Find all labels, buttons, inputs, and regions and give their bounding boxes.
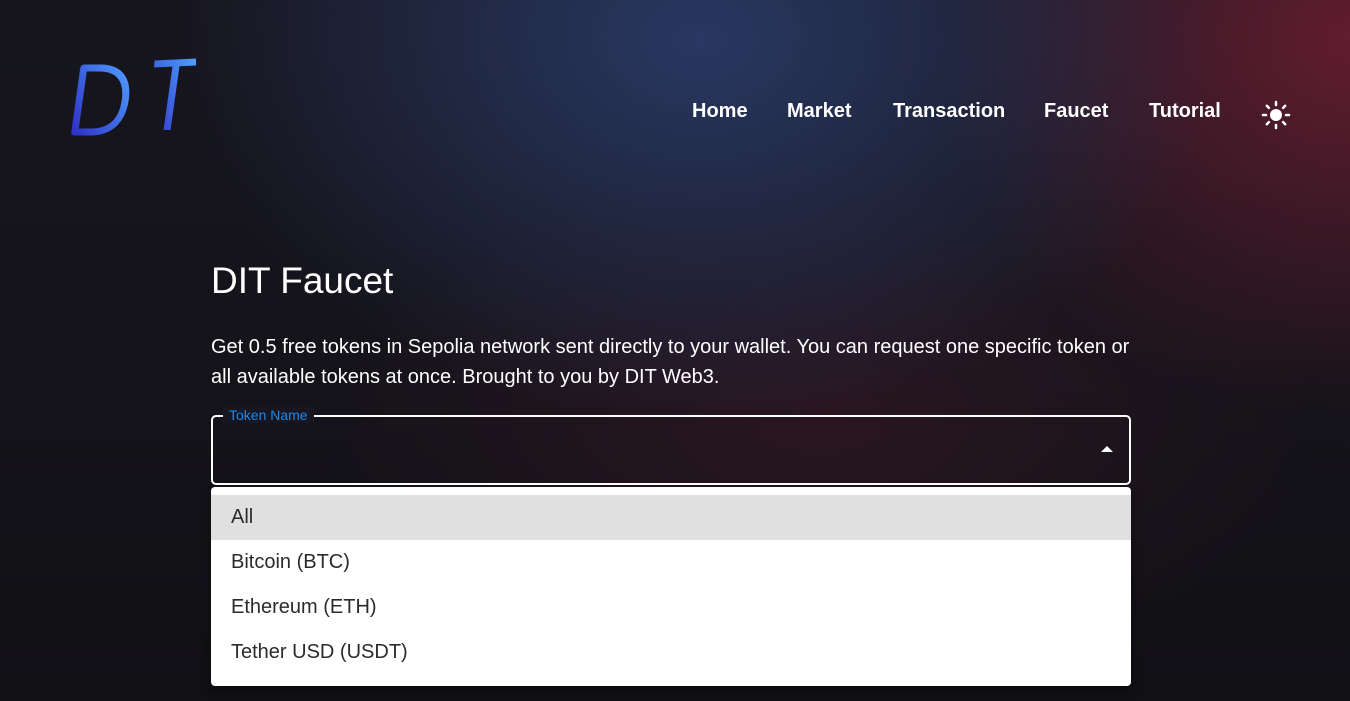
dropdown-option-eth[interactable]: Ethereum (ETH)	[211, 585, 1131, 630]
token-name-label: Token Name	[223, 407, 314, 423]
page-title: DIT Faucet	[211, 260, 394, 301]
token-dropdown-menu: All Bitcoin (BTC) Ethereum (ETH) Tether …	[211, 487, 1131, 686]
caret-up-icon[interactable]	[1101, 446, 1113, 452]
sun-icon	[1261, 100, 1291, 130]
faucet-description: Get 0.5 free tokens in Sepolia network s…	[211, 336, 1130, 388]
dropdown-option-usdt[interactable]: Tether USD (USDT)	[211, 630, 1131, 675]
nav-home[interactable]: Home	[692, 100, 748, 123]
nav-faucet[interactable]: Faucet	[1044, 100, 1108, 123]
theme-toggle-button[interactable]	[1261, 100, 1291, 130]
dropdown-option-btc[interactable]: Bitcoin (BTC)	[211, 540, 1131, 585]
token-name-select[interactable]: Token Name	[211, 407, 1131, 485]
main-nav: Home Market Transaction Faucet Tutorial	[0, 100, 1350, 128]
nav-tutorial[interactable]: Tutorial	[1149, 100, 1221, 123]
nav-market[interactable]: Market	[787, 100, 851, 123]
dropdown-option-all[interactable]: All	[211, 495, 1131, 540]
nav-transaction[interactable]: Transaction	[893, 100, 1005, 123]
